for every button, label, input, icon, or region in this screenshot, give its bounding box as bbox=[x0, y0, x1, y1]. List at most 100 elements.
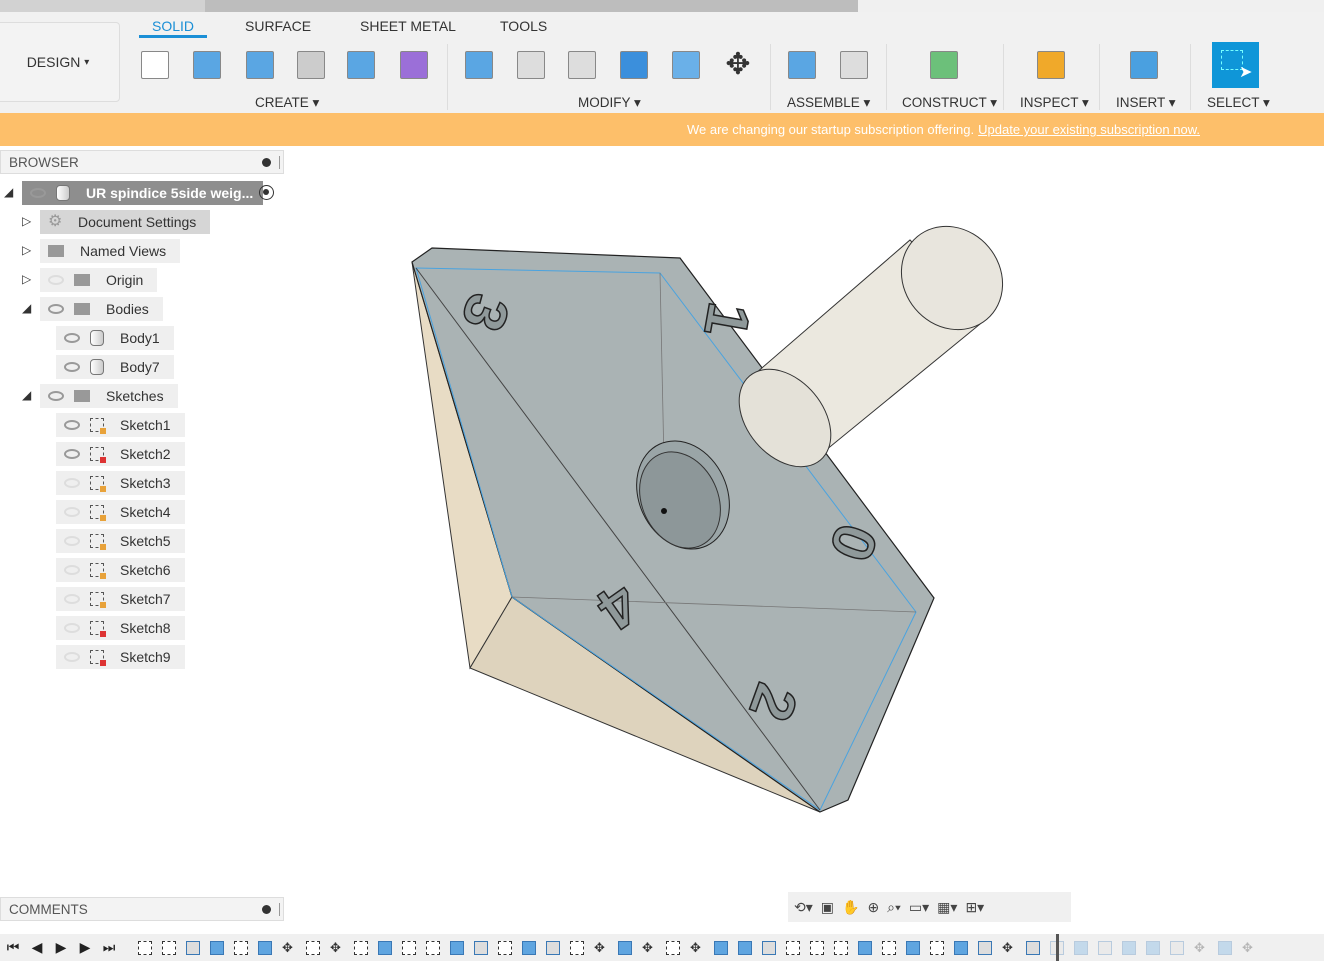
browser-item-sketches[interactable]: Sketches bbox=[40, 384, 178, 408]
hole-icon[interactable] bbox=[294, 48, 328, 82]
visibility-icon[interactable] bbox=[64, 449, 80, 459]
tab-tools[interactable]: TOOLS bbox=[500, 18, 547, 34]
timeline-feature[interactable] bbox=[522, 940, 536, 955]
timeline-feature[interactable] bbox=[474, 940, 488, 955]
browser-panel-header[interactable]: BROWSER bbox=[0, 150, 284, 174]
prev-button[interactable]: ◀ bbox=[28, 939, 46, 956]
timeline-feature[interactable]: ✥ bbox=[1002, 940, 1016, 955]
inspect-menu[interactable]: INSPECT ▾ bbox=[1020, 95, 1089, 111]
visibility-icon[interactable] bbox=[64, 594, 80, 604]
timeline-feature[interactable] bbox=[1170, 940, 1184, 955]
timeline-feature[interactable]: ✥ bbox=[1194, 940, 1208, 955]
move-icon[interactable]: ✥ bbox=[721, 48, 755, 82]
revolve-icon[interactable] bbox=[243, 48, 277, 82]
timeline-feature[interactable] bbox=[162, 940, 176, 955]
assemble-menu[interactable]: ASSEMBLE ▾ bbox=[787, 95, 870, 111]
fillet-icon[interactable] bbox=[514, 48, 548, 82]
timeline-feature[interactable] bbox=[186, 940, 200, 955]
extrude-icon[interactable] bbox=[190, 48, 224, 82]
new-component-icon[interactable] bbox=[785, 48, 819, 82]
browser-item-named-views[interactable]: Named Views bbox=[40, 239, 181, 263]
zoom-icon[interactable]: ⊕ bbox=[867, 899, 879, 916]
insert-image-icon[interactable] bbox=[1127, 48, 1161, 82]
grid-icon[interactable]: ▦▾ bbox=[937, 899, 957, 916]
browser-item-sketch9[interactable]: Sketch9 bbox=[56, 645, 185, 669]
create-sketch-icon[interactable] bbox=[138, 48, 172, 82]
press-pull-icon[interactable] bbox=[462, 48, 496, 82]
tab-surface[interactable]: SURFACE bbox=[245, 18, 311, 34]
orbit-icon[interactable]: ⟲▾ bbox=[794, 899, 813, 916]
shell-icon[interactable] bbox=[565, 48, 599, 82]
timeline-feature[interactable] bbox=[234, 940, 248, 955]
add-comment-icon[interactable] bbox=[262, 905, 271, 914]
collapse-icon[interactable]: ◢ bbox=[22, 301, 31, 315]
browser-item-sketch7[interactable]: Sketch7 bbox=[56, 587, 185, 611]
visibility-icon[interactable] bbox=[64, 507, 80, 517]
fit-icon[interactable]: ⌕▾ bbox=[887, 899, 901, 916]
timeline-feature[interactable] bbox=[450, 940, 464, 955]
browser-item-sketch5[interactable]: Sketch5 bbox=[56, 529, 185, 553]
expand-icon[interactable]: ▷ bbox=[22, 214, 31, 228]
visibility-icon[interactable] bbox=[64, 652, 80, 662]
expand-icon[interactable]: ▷ bbox=[22, 272, 31, 286]
visibility-icon[interactable] bbox=[48, 275, 64, 285]
last-button[interactable]: ⏭ bbox=[100, 939, 118, 956]
browser-item-origin[interactable]: Origin bbox=[40, 268, 158, 292]
select-icon[interactable]: ➤ bbox=[1212, 42, 1259, 88]
timeline-feature[interactable] bbox=[1122, 940, 1136, 955]
timeline-feature[interactable] bbox=[1074, 940, 1088, 955]
visibility-icon[interactable] bbox=[48, 391, 64, 401]
timeline-feature[interactable] bbox=[546, 940, 560, 955]
timeline-feature[interactable] bbox=[954, 940, 968, 955]
combine-icon[interactable] bbox=[617, 48, 651, 82]
timeline-marker[interactable] bbox=[1056, 934, 1059, 961]
browser-item-sketch2[interactable]: Sketch2 bbox=[56, 442, 185, 466]
collapse-icon[interactable]: ◢ bbox=[22, 388, 31, 402]
construct-menu[interactable]: CONSTRUCT ▾ bbox=[902, 95, 997, 111]
timeline-feature[interactable] bbox=[738, 940, 752, 955]
timeline-feature[interactable]: ✥ bbox=[282, 940, 296, 955]
visibility-icon[interactable] bbox=[64, 333, 80, 343]
workspace-switcher[interactable]: DESIGN ▾ bbox=[0, 22, 120, 102]
timeline-feature[interactable] bbox=[1146, 940, 1160, 955]
timeline-feature[interactable] bbox=[138, 940, 152, 955]
timeline-feature[interactable] bbox=[882, 940, 896, 955]
timeline-feature[interactable] bbox=[354, 940, 368, 955]
browser-root[interactable]: UR spindice 5side weig... bbox=[22, 181, 264, 205]
browser-item-sketch8[interactable]: Sketch8 bbox=[56, 616, 185, 640]
timeline-feature[interactable]: ✥ bbox=[1242, 940, 1256, 955]
create-menu[interactable]: CREATE ▾ bbox=[255, 95, 319, 111]
expand-icon[interactable]: ▷ bbox=[22, 243, 31, 257]
timeline-feature[interactable] bbox=[666, 940, 680, 955]
visibility-icon[interactable] bbox=[64, 420, 80, 430]
split-body-icon[interactable] bbox=[669, 48, 703, 82]
play-button[interactable]: ▶ bbox=[52, 939, 70, 956]
timeline-feature[interactable] bbox=[378, 940, 392, 955]
timeline-feature[interactable] bbox=[930, 940, 944, 955]
browser-item-body7[interactable]: Body7 bbox=[56, 355, 174, 379]
next-button[interactable]: ▶ bbox=[76, 939, 94, 956]
visibility-icon[interactable] bbox=[64, 565, 80, 575]
timeline-feature[interactable] bbox=[570, 940, 584, 955]
timeline-feature[interactable] bbox=[426, 940, 440, 955]
offset-plane-icon[interactable] bbox=[927, 48, 961, 82]
timeline-feature[interactable] bbox=[810, 940, 824, 955]
browser-item-sketch4[interactable]: Sketch4 bbox=[56, 500, 185, 524]
browser-item-sketch6[interactable]: Sketch6 bbox=[56, 558, 185, 582]
tab-solid[interactable]: SOLID bbox=[139, 18, 208, 38]
visibility-icon[interactable] bbox=[48, 304, 64, 314]
viewports-icon[interactable]: ⊞▾ bbox=[965, 899, 984, 916]
modify-menu[interactable]: MODIFY ▾ bbox=[578, 95, 641, 111]
timeline-feature[interactable] bbox=[978, 940, 992, 955]
visibility-icon[interactable] bbox=[64, 478, 80, 488]
timeline-feature[interactable] bbox=[498, 940, 512, 955]
timeline-feature[interactable] bbox=[1218, 940, 1232, 955]
timeline-feature[interactable] bbox=[906, 940, 920, 955]
browser-item-sketch3[interactable]: Sketch3 bbox=[56, 471, 185, 495]
tab-sheet-metal[interactable]: SHEET METAL bbox=[360, 18, 456, 34]
timeline-feature[interactable]: ✥ bbox=[594, 940, 608, 955]
first-button[interactable]: ⏮ bbox=[4, 939, 22, 956]
timeline-feature[interactable] bbox=[786, 940, 800, 955]
timeline-feature[interactable] bbox=[1026, 940, 1040, 955]
browser-item-document-settings[interactable]: ⚙ Document Settings bbox=[40, 210, 211, 234]
